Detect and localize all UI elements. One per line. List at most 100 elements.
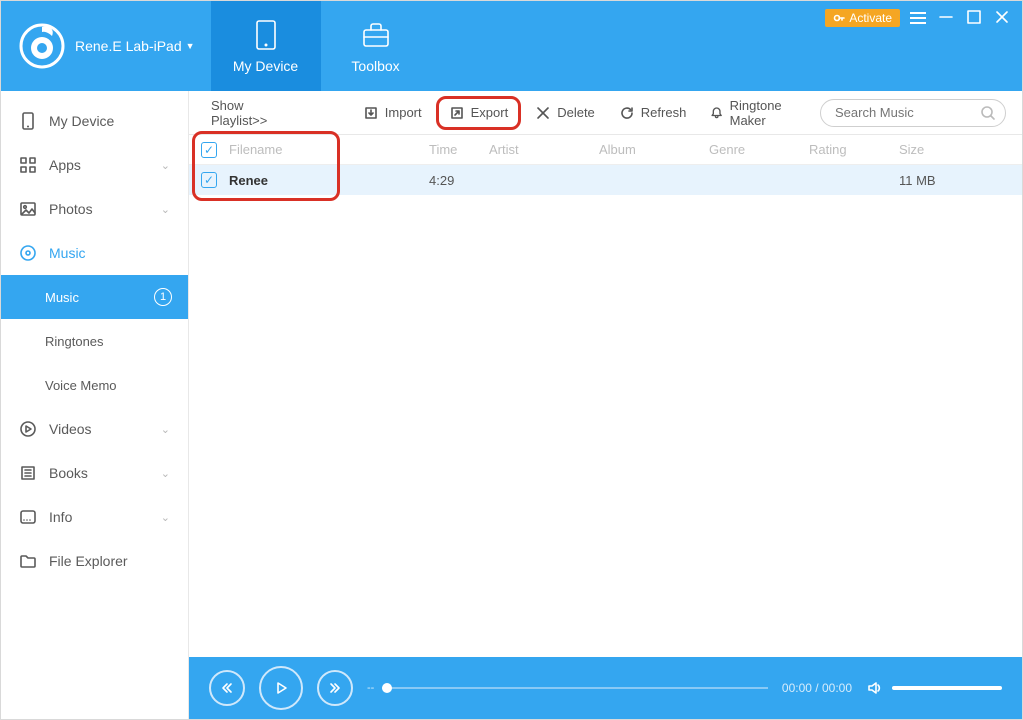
- select-all-checkbox[interactable]: ✓: [201, 142, 217, 158]
- music-icon: [19, 244, 37, 262]
- import-icon: [363, 105, 379, 121]
- col-artist[interactable]: Artist: [489, 142, 599, 157]
- sidebar: My Device Apps ⌄ Photos ⌄ Music Music 1: [1, 91, 189, 719]
- next-button[interactable]: [317, 670, 353, 706]
- chevron-down-icon: ⌄: [161, 467, 170, 480]
- empty-area: [189, 195, 1022, 657]
- delete-button[interactable]: Delete: [525, 99, 605, 127]
- elapsed-time: 00:00: [782, 681, 812, 695]
- chevron-down-icon: ⌄: [161, 159, 170, 172]
- chevron-down-icon: ⌄: [161, 423, 170, 436]
- activate-button[interactable]: Activate: [825, 9, 900, 27]
- sidebar-sub-label: Ringtones: [45, 334, 104, 349]
- toolbar: Show Playlist>> Import Export Delete Ref…: [189, 91, 1022, 135]
- play-button[interactable]: [259, 666, 303, 710]
- export-icon: [449, 105, 465, 121]
- search-input[interactable]: [820, 99, 1006, 127]
- refresh-button[interactable]: Refresh: [609, 99, 697, 127]
- minimize-icon[interactable]: [938, 9, 954, 25]
- sidebar-item-file-explorer[interactable]: File Explorer: [1, 539, 188, 583]
- videos-icon: [19, 420, 37, 438]
- sidebar-label: Music: [49, 245, 86, 261]
- close-icon[interactable]: [994, 9, 1010, 25]
- col-rating[interactable]: Rating: [809, 142, 899, 157]
- tab-label: My Device: [233, 58, 298, 74]
- sidebar-sub-voice-memo[interactable]: Voice Memo: [1, 363, 188, 407]
- info-icon: [19, 508, 37, 526]
- key-icon: [833, 12, 845, 24]
- sidebar-sub-music[interactable]: Music 1: [1, 275, 188, 319]
- device-selector[interactable]: Rene.E Lab-iPad ▼: [75, 38, 195, 54]
- sidebar-item-photos[interactable]: Photos ⌄: [1, 187, 188, 231]
- row-checkbox[interactable]: ✓: [201, 172, 217, 188]
- sidebar-item-books[interactable]: Books ⌄: [1, 451, 188, 495]
- sidebar-sub-label: Music: [45, 290, 79, 305]
- app-logo-icon: [19, 23, 65, 69]
- progress-slider[interactable]: [382, 687, 768, 689]
- export-label: Export: [471, 105, 509, 120]
- sidebar-label: Photos: [49, 201, 93, 217]
- tab-my-device[interactable]: My Device: [211, 1, 321, 91]
- col-time[interactable]: Time: [429, 142, 489, 157]
- col-genre[interactable]: Genre: [709, 142, 809, 157]
- music-table: ✓ Filename Time Artist Album Genre Ratin…: [189, 135, 1022, 195]
- chevron-down-icon: ⌄: [161, 511, 170, 524]
- nav-tabs: My Device Toolbox: [211, 1, 431, 91]
- col-album[interactable]: Album: [599, 142, 709, 157]
- table-header: ✓ Filename Time Artist Album Genre Ratin…: [189, 135, 1022, 165]
- dropdown-triangle-icon: ▼: [186, 41, 195, 51]
- refresh-icon: [619, 105, 635, 121]
- sidebar-item-videos[interactable]: Videos ⌄: [1, 407, 188, 451]
- export-button[interactable]: Export: [436, 96, 522, 130]
- next-icon: [328, 681, 342, 695]
- toolbox-icon: [359, 18, 393, 52]
- col-filename[interactable]: Filename: [229, 142, 429, 157]
- import-button[interactable]: Import: [353, 99, 432, 127]
- sidebar-sub-ringtones[interactable]: Ringtones: [1, 319, 188, 363]
- play-icon: [274, 681, 288, 695]
- sidebar-sub-label: Voice Memo: [45, 378, 117, 393]
- sidebar-item-info[interactable]: Info ⌄: [1, 495, 188, 539]
- folder-icon: [19, 552, 37, 570]
- maximize-icon[interactable]: [966, 9, 982, 25]
- table-row[interactable]: ✓ Renee 4:29 11 MB: [189, 165, 1022, 195]
- main: Show Playlist>> Import Export Delete Ref…: [189, 91, 1022, 719]
- search-wrap: [820, 99, 1006, 127]
- activate-label: Activate: [849, 11, 892, 25]
- show-playlist-link[interactable]: Show Playlist>>: [205, 94, 295, 132]
- ringtone-label: Ringtone Maker: [730, 98, 806, 128]
- volume-control: [866, 679, 1002, 697]
- logo-area: Rene.E Lab-iPad ▼: [1, 1, 211, 91]
- sidebar-item-my-device[interactable]: My Device: [1, 99, 188, 143]
- search-icon: [980, 105, 996, 121]
- prev-icon: [220, 681, 234, 695]
- prev-button[interactable]: [209, 670, 245, 706]
- refresh-label: Refresh: [641, 105, 687, 120]
- sidebar-item-music[interactable]: Music: [1, 231, 188, 275]
- body: My Device Apps ⌄ Photos ⌄ Music Music 1: [1, 91, 1022, 719]
- progress-area: --: [367, 682, 768, 694]
- time-sep: /: [812, 681, 822, 695]
- volume-icon[interactable]: [866, 679, 884, 697]
- cell-time: 4:29: [429, 173, 489, 188]
- progress-handle[interactable]: [382, 683, 392, 693]
- track-label: --: [367, 682, 374, 694]
- sidebar-label: Books: [49, 465, 88, 481]
- titlebar: Rene.E Lab-iPad ▼ My Device Toolbox Acti…: [1, 1, 1022, 91]
- cell-size: 11 MB: [899, 173, 979, 188]
- tablet-icon: [249, 18, 283, 52]
- count-badge: 1: [154, 288, 172, 306]
- tab-label: Toolbox: [351, 58, 399, 74]
- sidebar-label: Info: [49, 509, 72, 525]
- device-icon: [19, 112, 37, 130]
- volume-slider[interactable]: [892, 686, 1002, 690]
- ringtone-maker-button[interactable]: Ringtone Maker: [700, 92, 816, 134]
- menu-icon[interactable]: [910, 9, 926, 25]
- sidebar-label: Apps: [49, 157, 81, 173]
- delete-icon: [535, 105, 551, 121]
- total-time: 00:00: [822, 681, 852, 695]
- col-size[interactable]: Size: [899, 142, 979, 157]
- sidebar-item-apps[interactable]: Apps ⌄: [1, 143, 188, 187]
- tab-toolbox[interactable]: Toolbox: [321, 1, 431, 91]
- cell-filename: Renee: [229, 173, 429, 188]
